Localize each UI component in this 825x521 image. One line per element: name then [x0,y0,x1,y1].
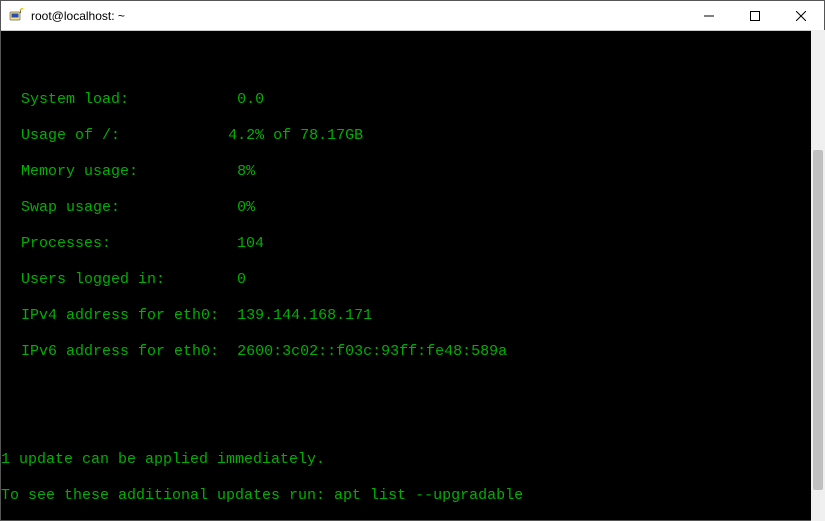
stat-row-load: System load: 0.0 [1,91,824,109]
update-line: To see these additional updates run: apt… [1,487,824,505]
update-line: 1 update can be applied immediately. [1,451,824,469]
close-icon [796,11,806,21]
stat-value: 104 [237,235,264,252]
stat-row-ipv6: IPv6 address for eth0: 2600:3c02::f03c:9… [1,343,824,361]
stat-value: 139.144.168.171 [237,307,372,324]
stat-label: System load: [21,91,129,108]
scrollbar[interactable] [811,30,825,521]
stat-value: 4.2% of 78.17GB [228,127,363,144]
close-button[interactable] [778,1,824,31]
window-title: root@localhost: ~ [31,9,125,23]
stat-value: 2600:3c02::f03c:93ff:fe48:589a [237,343,507,360]
stat-value: 8% [237,163,255,180]
minimize-icon [704,11,714,21]
stat-value: 0 [237,271,246,288]
stat-label: IPv6 address for eth0: [21,343,219,360]
putty-icon [9,8,25,24]
stat-label: Swap usage: [21,199,120,216]
stat-value: 0.0 [237,91,264,108]
stat-label: Processes: [21,235,111,252]
stat-row-swap: Swap usage: 0% [1,199,824,217]
stat-label: Memory usage: [21,163,138,180]
stat-row-disk: Usage of /: 4.2% of 78.17GB [1,127,824,145]
terminal-window: root@localhost: ~ System load: 0.0 Usage… [0,0,825,521]
stat-row-proc: Processes: 104 [1,235,824,253]
stat-label: IPv4 address for eth0: [21,307,219,324]
stat-row-mem: Memory usage: 8% [1,163,824,181]
scrollbar-thumb[interactable] [813,150,823,490]
titlebar[interactable]: root@localhost: ~ [1,1,824,31]
minimize-button[interactable] [686,1,732,31]
blank-line [1,415,824,433]
terminal-output[interactable]: System load: 0.0 Usage of /: 4.2% of 78.… [1,31,824,520]
stat-label: Users logged in: [21,271,165,288]
blank-line [1,55,824,73]
stat-label: Usage of /: [21,127,120,144]
stat-row-ipv4: IPv4 address for eth0: 139.144.168.171 [1,307,824,325]
maximize-icon [750,11,760,21]
stat-value: 0% [237,199,255,216]
blank-line [1,379,824,397]
maximize-button[interactable] [732,1,778,31]
stat-row-users: Users logged in: 0 [1,271,824,289]
